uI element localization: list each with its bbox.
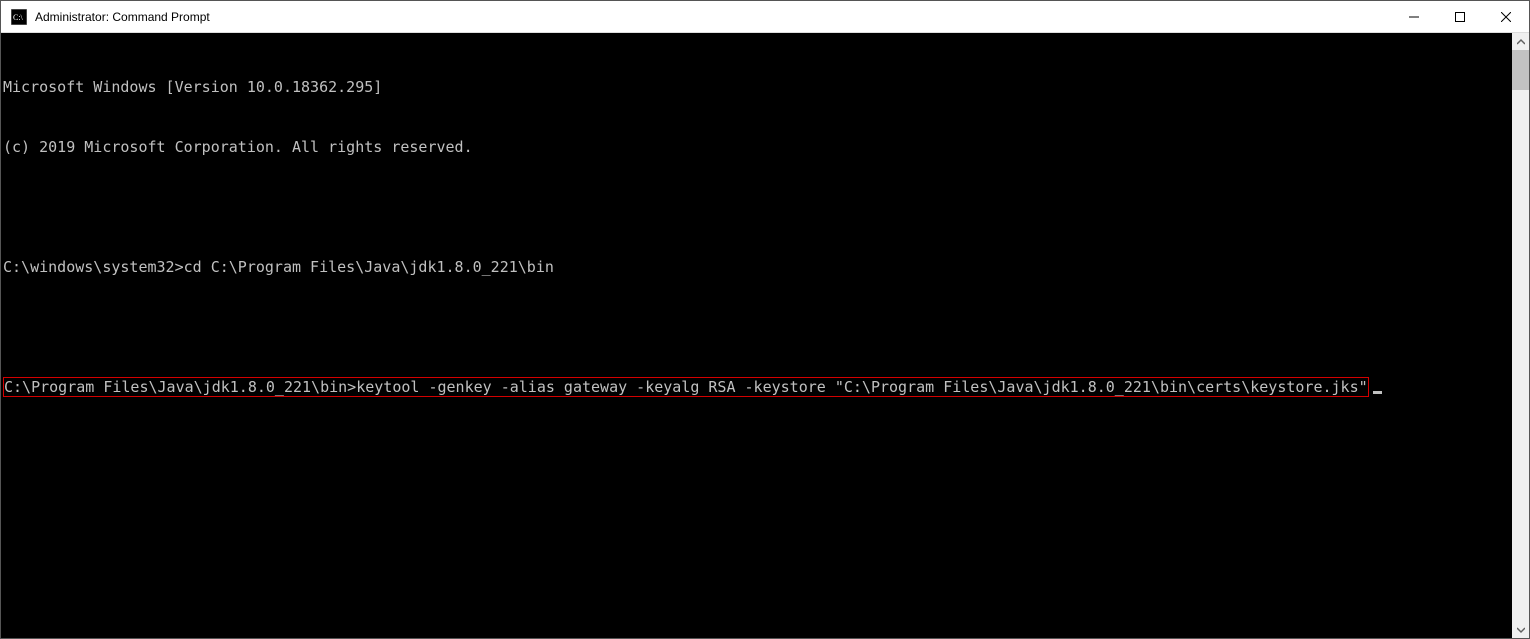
scroll-track[interactable] [1512, 50, 1529, 621]
cursor-icon [1373, 391, 1382, 394]
copyright-text: (c) 2019 Microsoft Corporation. All righ… [3, 138, 473, 156]
window-title: Administrator: Command Prompt [35, 10, 210, 24]
red-highlight-box: C:\Program Files\Java\jdk1.8.0_221\bin>k… [3, 377, 1369, 397]
prompt: C:\windows\system32> [3, 258, 184, 276]
command-text: cd C:\Program Files\Java\jdk1.8.0_221\bi… [184, 258, 554, 276]
terminal-line: C:\Program Files\Java\jdk1.8.0_221\bin>k… [3, 377, 1512, 397]
terminal[interactable]: Microsoft Windows [Version 10.0.18362.29… [1, 33, 1512, 638]
maximize-button[interactable] [1437, 1, 1483, 33]
prompt: C:\Program Files\Java\jdk1.8.0_221\bin> [4, 378, 356, 396]
scroll-up-button[interactable] [1512, 33, 1529, 50]
close-button[interactable] [1483, 1, 1529, 33]
terminal-line: Microsoft Windows [Version 10.0.18362.29… [3, 77, 1512, 97]
terminal-line [3, 197, 1512, 217]
svg-text:C:\: C:\ [13, 13, 24, 22]
highlighted-command: C:\Program Files\Java\jdk1.8.0_221\bin>k… [3, 377, 1382, 397]
vertical-scrollbar[interactable] [1512, 33, 1529, 638]
terminal-line: (c) 2019 Microsoft Corporation. All righ… [3, 137, 1512, 157]
window-frame: C:\ Administrator: Command Prompt Micros… [0, 0, 1530, 639]
minimize-button[interactable] [1391, 1, 1437, 33]
cmd-icon: C:\ [11, 9, 27, 25]
command-text: keytool -genkey -alias gateway -keyalg R… [356, 378, 1367, 396]
titlebar[interactable]: C:\ Administrator: Command Prompt [1, 1, 1529, 33]
scroll-thumb[interactable] [1512, 50, 1529, 90]
scroll-down-button[interactable] [1512, 621, 1529, 638]
os-version-text: Microsoft Windows [Version 10.0.18362.29… [3, 78, 382, 96]
terminal-line [3, 317, 1512, 337]
client-area: Microsoft Windows [Version 10.0.18362.29… [1, 33, 1529, 638]
terminal-line: C:\windows\system32>cd C:\Program Files\… [3, 257, 1512, 277]
